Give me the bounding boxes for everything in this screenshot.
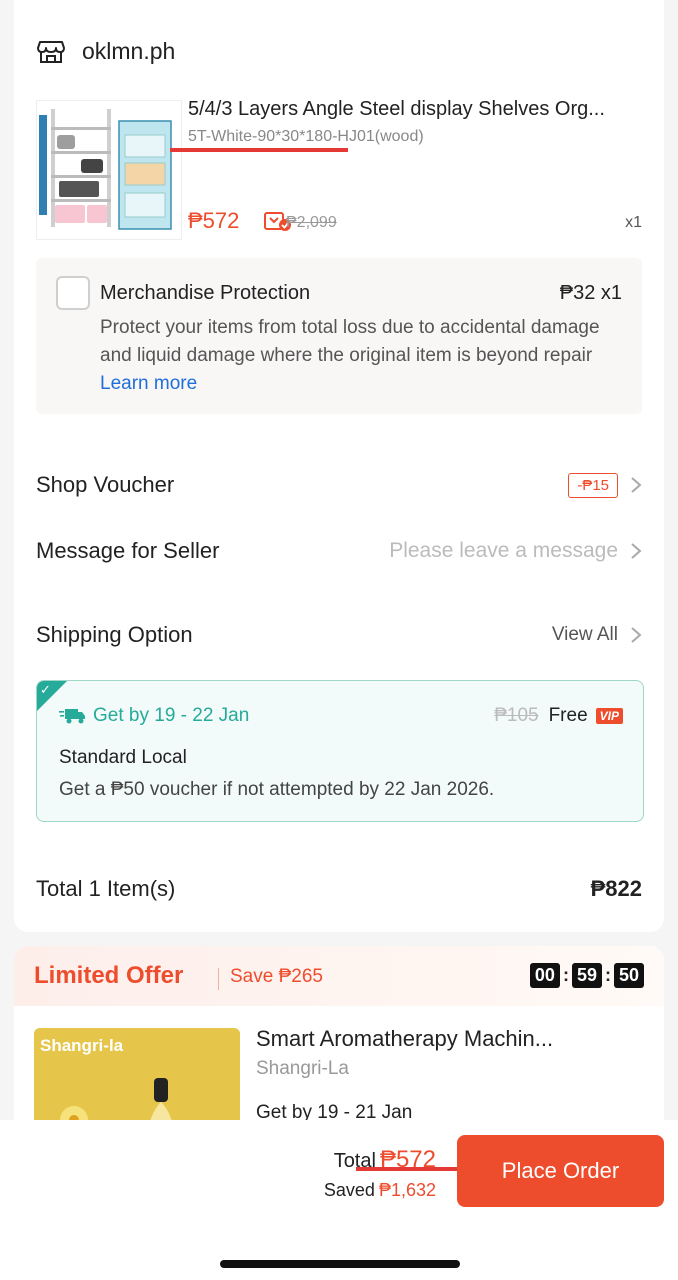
offer-product-name[interactable]: Smart Aromatherapy Machin... (256, 1026, 636, 1052)
protection-checkbox[interactable] (56, 276, 90, 310)
shipping-old-fee: ₱105 (494, 705, 539, 726)
chevron-right-icon (631, 627, 642, 643)
product-variant[interactable]: 5T-White-90*30*180-HJ01(wood) (188, 128, 424, 146)
checkmark-icon: ✓ (40, 682, 51, 697)
limited-offer-card: Limited Offer Save ₱265 00 : 59 : 50 Sha… (14, 946, 664, 1146)
checkout-bar: Total ₱572 Saved ₱1,632 Place Order (0, 1120, 678, 1280)
order-saved-label: Saved (323, 1180, 375, 1200)
offer-image-brand: Shangri-la (40, 1036, 124, 1055)
shipping-option-label: Shipping Option (36, 622, 193, 647)
product-image[interactable] (36, 100, 182, 240)
timer-separator: : (604, 965, 611, 985)
limited-offer-save: Save ₱265 (230, 966, 323, 987)
fast-truck-icon (59, 709, 85, 724)
shop-voucher-label: Shop Voucher (36, 472, 175, 497)
message-seller-row[interactable]: Message for Seller Please leave a messag… (36, 538, 642, 564)
offer-brand: Shangri-La (256, 1058, 349, 1079)
timer-seconds: 50 (613, 963, 644, 988)
view-all-label: View All (551, 624, 618, 645)
product-price: ₱572 (188, 208, 240, 233)
shipping-free: Free (548, 705, 588, 726)
shop-header[interactable]: oklmn.ph (36, 36, 175, 66)
timer-hours: 00 (529, 963, 560, 988)
message-input[interactable]: Please leave a message (389, 539, 618, 563)
shop-name: oklmn.ph (82, 37, 176, 64)
protection-description-text: Protect your items from total loss due t… (100, 317, 600, 366)
merchandise-protection: Merchandise Protection ₱32 x1 Protect yo… (36, 258, 642, 414)
shop-voucher-row[interactable]: Shop Voucher -₱15 (36, 472, 642, 498)
delivery-estimate-text: Get by 19 - 22 Jan (93, 705, 250, 726)
chevron-right-icon (631, 543, 642, 559)
total-items-row: Total 1 Item(s) ₱822 (36, 876, 642, 902)
shipping-option-row: Shipping Option View All (36, 622, 642, 648)
home-indicator[interactable] (220, 1260, 460, 1268)
timer-separator: : (562, 965, 569, 985)
order-saved-value: ₱1,632 (378, 1180, 436, 1200)
product-title[interactable]: 5/4/3 Layers Angle Steel display Shelves… (188, 98, 648, 121)
order-saved: Saved ₱1,632 (324, 1180, 436, 1201)
timer-minutes: 59 (571, 963, 602, 988)
shipping-option-card[interactable]: ✓ Get by 19 - 22 Jan ₱105 Free VIP Stand… (36, 680, 644, 822)
learn-more-link[interactable]: Learn more (100, 373, 197, 394)
protection-title: Merchandise Protection (100, 282, 311, 304)
order-card: oklmn.ph 5/4/3 Layers Angle Steel displa… (14, 0, 664, 932)
red-annotation-line (170, 148, 348, 152)
shipping-method: Standard Local (59, 747, 187, 768)
limited-offer-header: Limited Offer Save ₱265 00 : 59 : 50 (14, 946, 664, 1006)
total-items-value: ₱822 (590, 876, 642, 901)
limited-offer-title: Limited Offer (34, 962, 184, 989)
total-items-label: Total 1 Item(s) (36, 876, 176, 901)
protection-description: Protect your items from total loss due t… (100, 314, 630, 398)
red-annotation-line (356, 1167, 458, 1171)
countdown-timer: 00 : 59 : 50 (529, 963, 644, 988)
view-all-button[interactable]: View All (552, 624, 642, 646)
voucher-tag: -₱15 (568, 472, 618, 498)
shelf-illustration (37, 101, 181, 239)
shipping-guarantee-note: Get a ₱50 voucher if not attempted by 22… (59, 779, 495, 800)
protection-price: ₱32 x1 (559, 282, 622, 304)
divider (218, 968, 219, 990)
message-seller-label: Message for Seller (36, 538, 220, 563)
vip-badge: VIP (595, 708, 623, 724)
store-icon (37, 41, 65, 63)
product-old-price: ₱2,099 (286, 214, 337, 231)
delivery-estimate: Get by 19 - 22 Jan (59, 705, 249, 727)
product-quantity: x1 (625, 214, 642, 231)
shipping-fee: ₱105 Free VIP (494, 705, 623, 727)
place-order-button[interactable]: Place Order (457, 1135, 664, 1207)
chevron-right-icon (631, 477, 642, 493)
